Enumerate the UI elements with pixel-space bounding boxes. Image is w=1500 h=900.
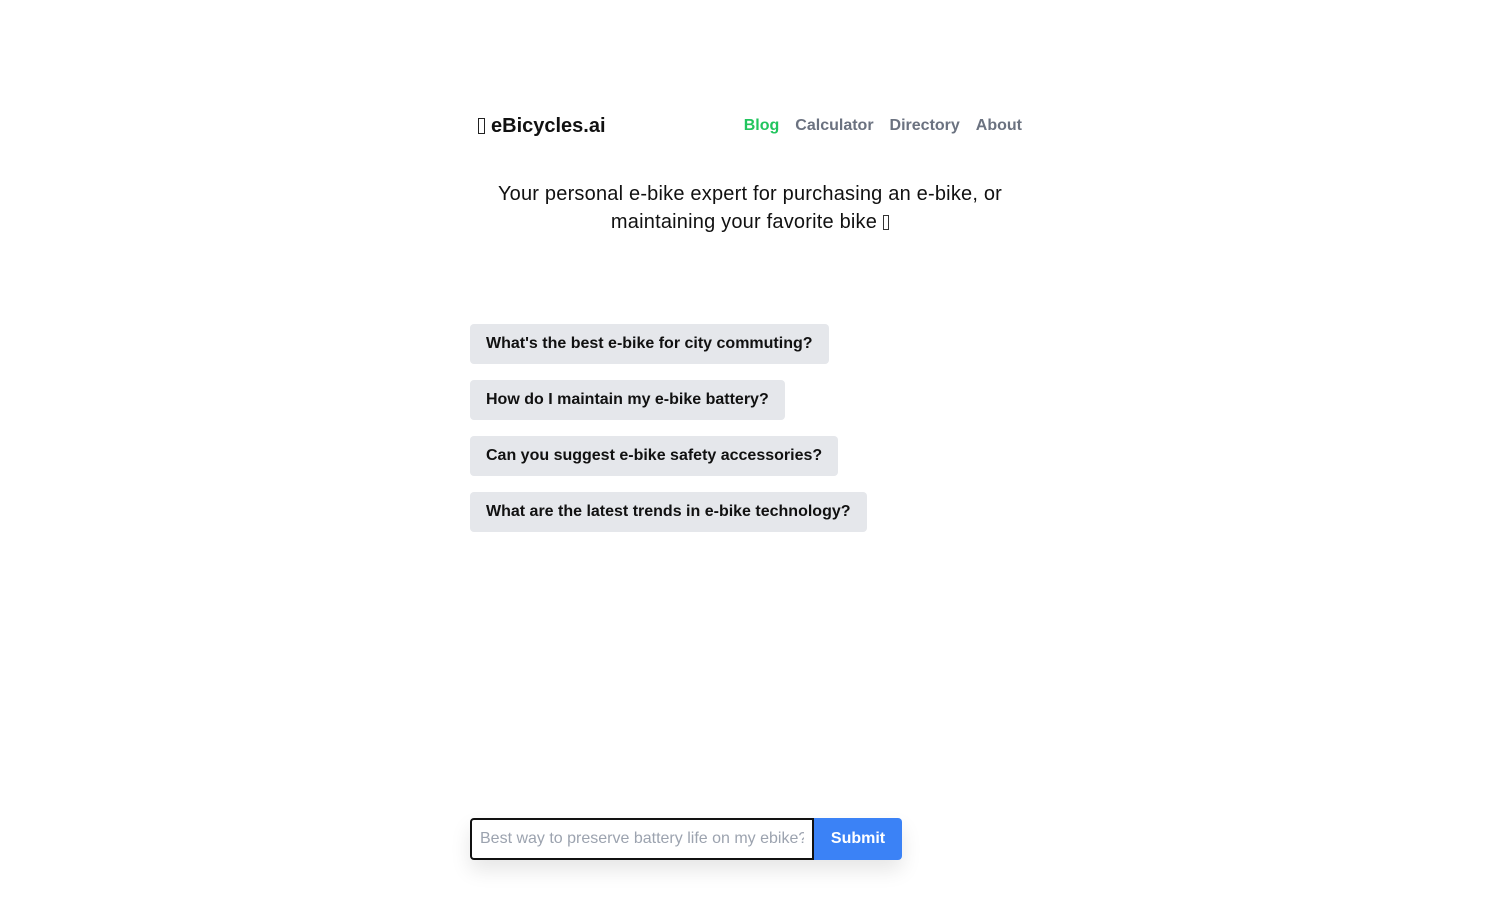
question-form: Submit xyxy=(470,818,902,860)
suggested-questions: What's the best e-bike for city commutin… xyxy=(470,324,867,532)
nav-calculator[interactable]: Calculator xyxy=(795,117,873,135)
tagline-line-2: maintaining your favorite bike xyxy=(470,208,1030,236)
suggestion-button[interactable]: How do I maintain my e-bike battery? xyxy=(470,380,785,420)
tagline-line-1: Your personal e-bike expert for purchasi… xyxy=(497,183,1003,205)
suggestion-button[interactable]: What are the latest trends in e-bike tec… xyxy=(470,492,867,532)
logo-text: eBicycles.ai xyxy=(491,114,606,137)
suggestion-button[interactable]: What's the best e-bike for city commutin… xyxy=(470,324,829,364)
logo-link[interactable]: eBicycles.ai xyxy=(478,115,606,138)
submit-button[interactable]: Submit xyxy=(814,818,902,860)
nav-about[interactable]: About xyxy=(976,117,1022,135)
site-header: eBicycles.ai Blog Calculator Directory A… xyxy=(478,110,1022,142)
bicycle-emoji-icon xyxy=(478,118,485,134)
nav-blog[interactable]: Blog xyxy=(744,117,780,135)
tagline: Your personal e-bike expert for purchasi… xyxy=(470,180,1030,236)
tagline-line-2-text: maintaining your favorite bike xyxy=(610,211,878,233)
question-input[interactable] xyxy=(470,818,814,860)
nav-directory[interactable]: Directory xyxy=(890,117,960,135)
emoji-icon xyxy=(883,215,890,231)
main-nav: Blog Calculator Directory About xyxy=(744,117,1022,135)
suggestion-button[interactable]: Can you suggest e-bike safety accessorie… xyxy=(470,436,839,476)
